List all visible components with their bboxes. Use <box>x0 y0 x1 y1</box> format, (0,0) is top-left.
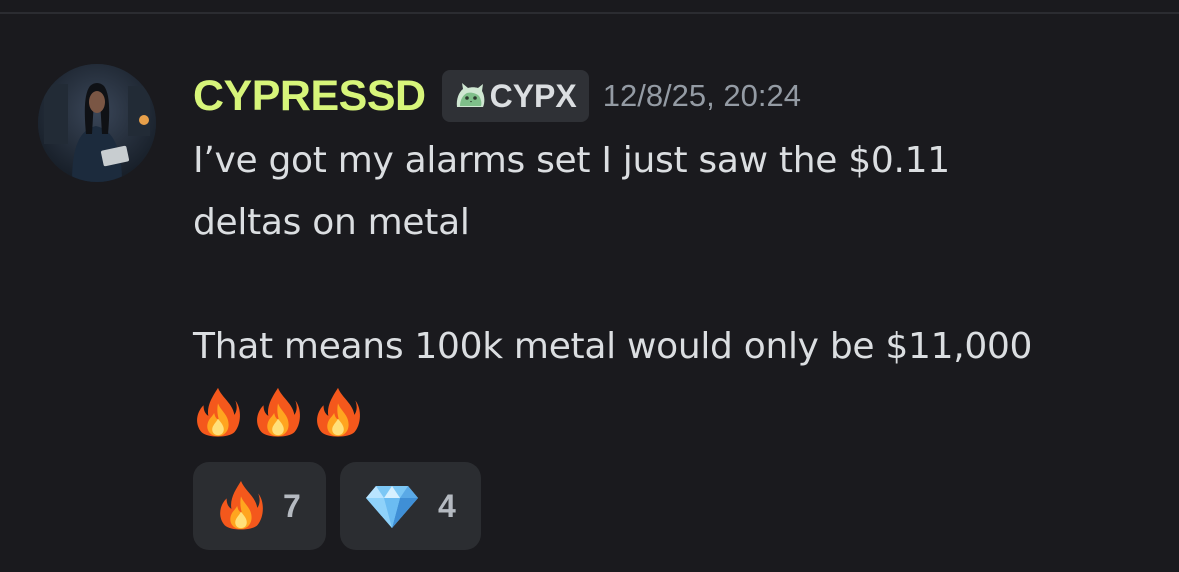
server-tag[interactable]: CYPX <box>441 70 589 122</box>
fire-icon <box>253 386 303 440</box>
cat-tag-icon <box>456 83 484 107</box>
fire-icon <box>313 386 363 440</box>
gem-icon <box>366 486 418 528</box>
reactions-bar: 7 4 <box>193 462 481 550</box>
top-divider <box>0 12 1179 14</box>
fire-icon <box>193 386 243 440</box>
message-header: CYPRESSD CYPX 12/8/25, 20:24 <box>193 68 801 124</box>
message-content: I’ve got my alarms set I just saw the $0… <box>193 130 1153 448</box>
reaction-count: 4 <box>438 487 456 524</box>
reaction-fire[interactable]: 7 <box>193 462 326 550</box>
message-line: I’ve got my alarms set I just saw the $0… <box>193 140 950 181</box>
tag-text: CYPX <box>489 77 577 114</box>
username[interactable]: CYPRESSD <box>193 72 426 121</box>
message-line: That means 100k metal would only be $11,… <box>193 326 1033 367</box>
reaction-gem[interactable]: 4 <box>340 462 481 550</box>
fire-icon <box>217 479 265 533</box>
message-line: deltas on metal <box>193 202 470 243</box>
reaction-count: 7 <box>283 487 301 524</box>
emoji-line <box>193 378 1153 448</box>
avatar[interactable] <box>38 64 156 182</box>
timestamp[interactable]: 12/8/25, 20:24 <box>603 78 801 114</box>
